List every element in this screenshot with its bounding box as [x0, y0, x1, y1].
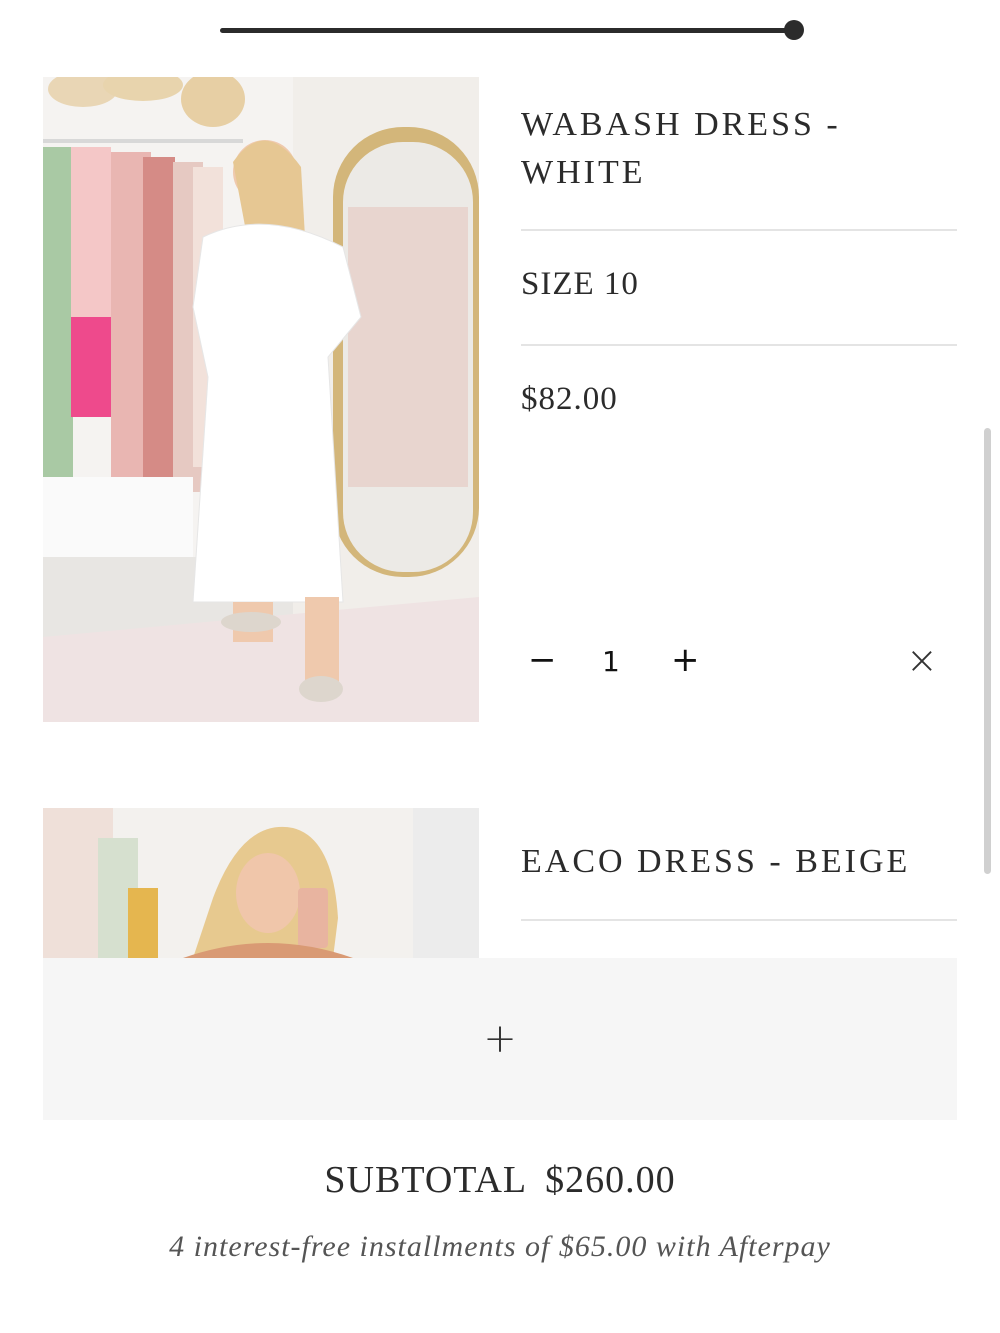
- item-size: SIZE 10: [521, 266, 639, 302]
- item-title[interactable]: EACO DRESS - BEIGE: [521, 838, 921, 886]
- subtotal-value: $260.00: [545, 1159, 676, 1201]
- decrement-quantity-button[interactable]: −: [528, 640, 557, 680]
- scrollbar[interactable]: [984, 428, 991, 874]
- item-title[interactable]: WABASH DRESS - WHITE: [521, 101, 921, 197]
- progress-knob[interactable]: [784, 20, 804, 40]
- progress-track: [220, 28, 790, 33]
- divider: [521, 919, 957, 921]
- subtotal-label: SUBTOTAL: [324, 1159, 528, 1201]
- subtotal: SUBTOTAL $260.00: [0, 1158, 1000, 1202]
- divider: [521, 344, 957, 346]
- divider: [521, 229, 957, 231]
- product-photo: [43, 808, 479, 958]
- quantity-value: 1: [602, 645, 620, 678]
- item-price: $82.00: [521, 381, 618, 417]
- increment-quantity-button[interactable]: +: [671, 640, 700, 680]
- afterpay-note: 4 interest-free installments of $65.00 w…: [169, 1230, 831, 1263]
- plus-icon: +: [483, 1016, 517, 1062]
- product-photo: [43, 77, 479, 722]
- close-icon[interactable]: ×: [906, 638, 938, 682]
- product-image-eaco[interactable]: [43, 808, 479, 958]
- product-image-wabash[interactable]: [43, 77, 479, 722]
- add-item-button[interactable]: +: [43, 958, 957, 1120]
